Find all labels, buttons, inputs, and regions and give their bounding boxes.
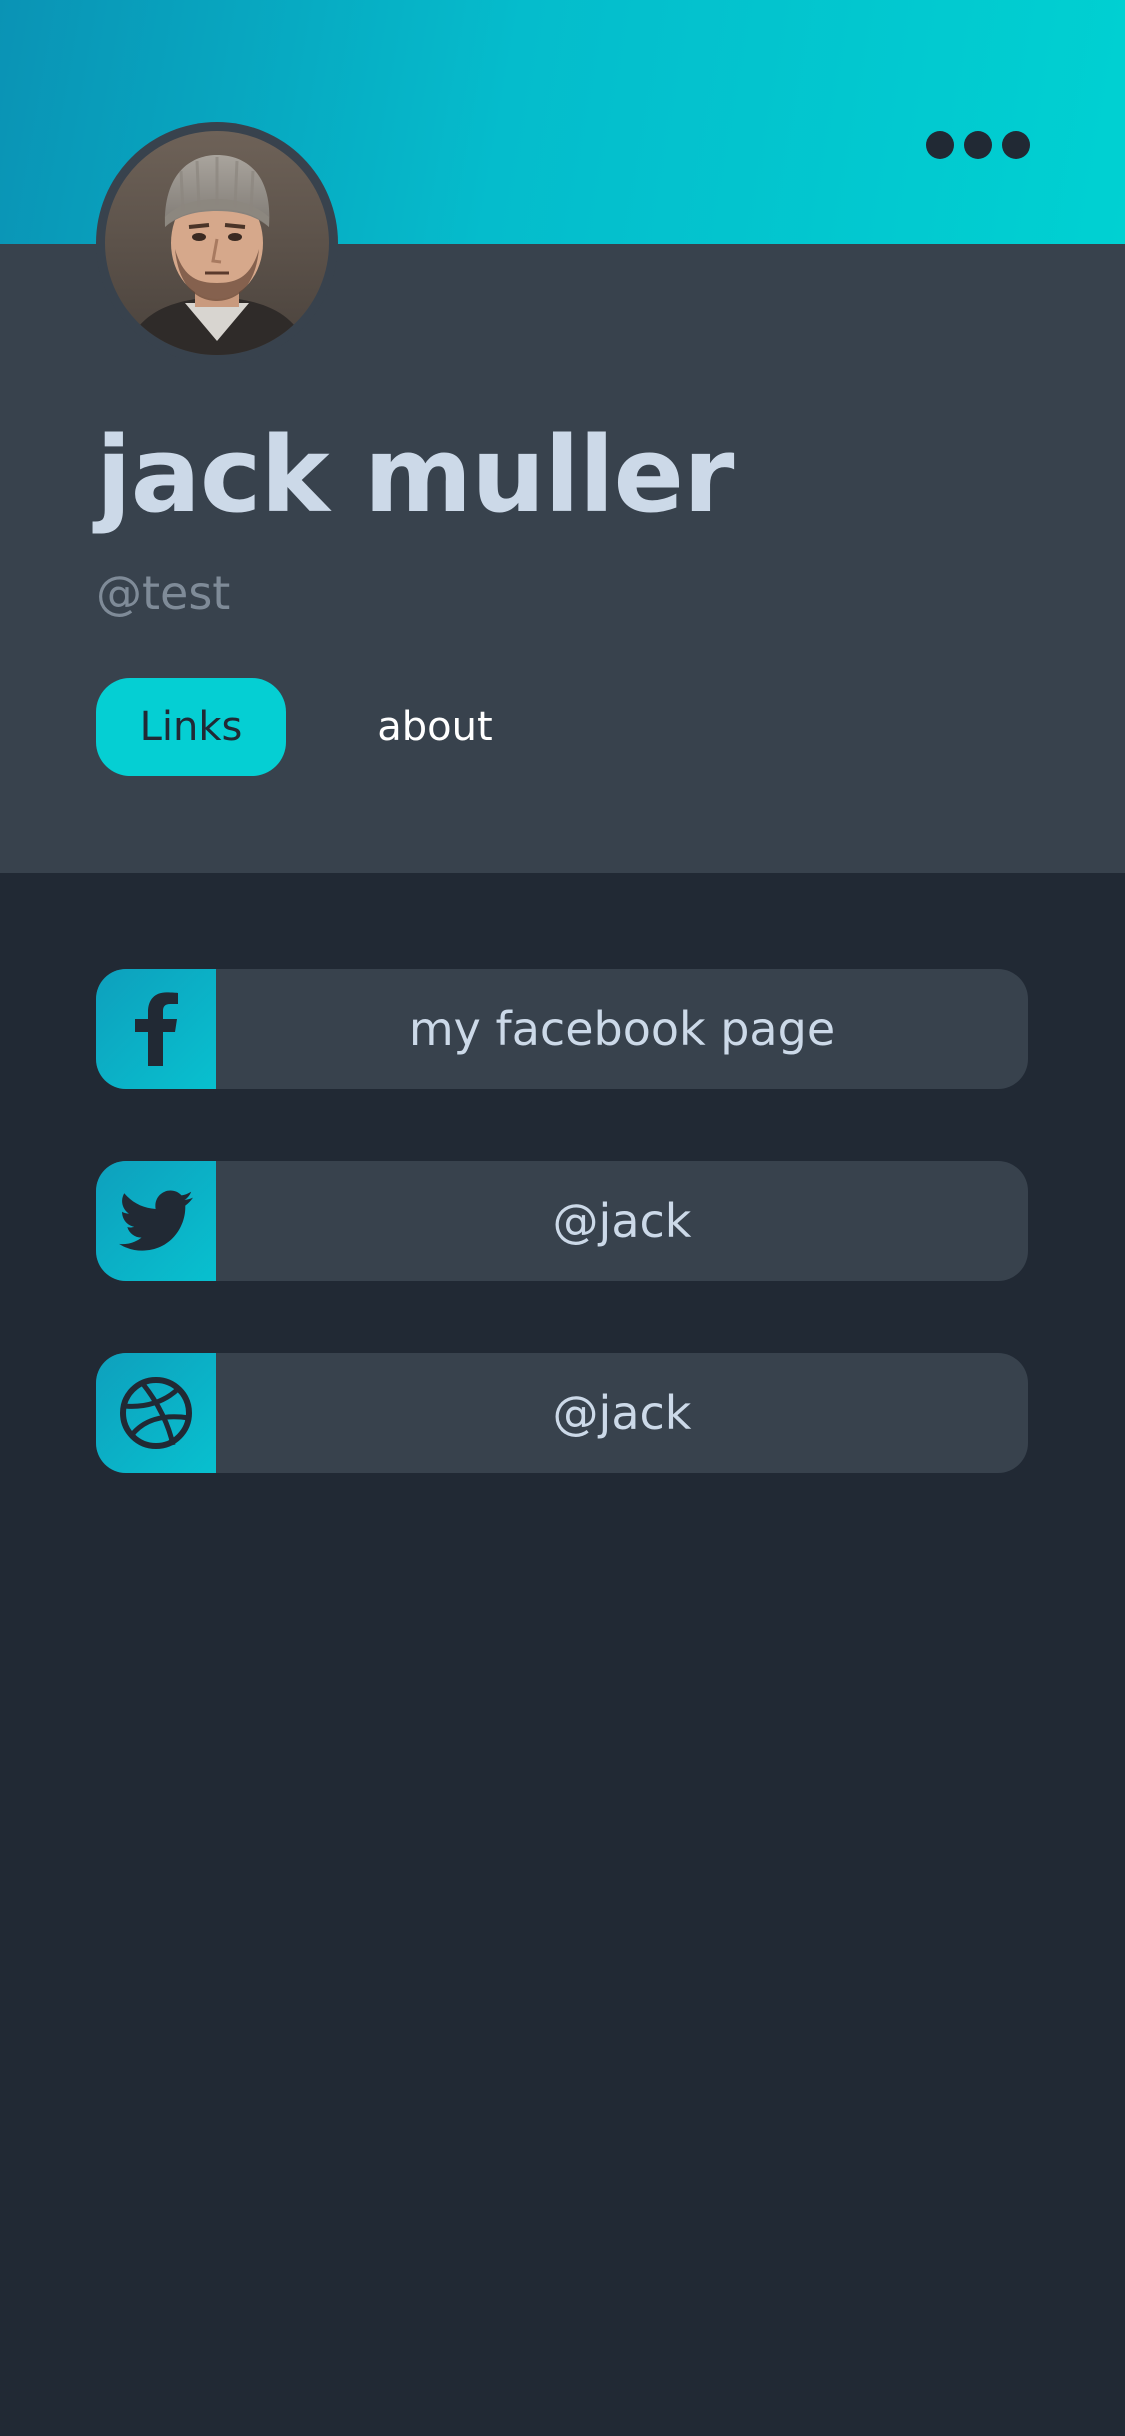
more-dot-icon [964,131,992,159]
more-options-button[interactable] [926,120,1030,170]
tab-links[interactable]: Links [96,678,286,776]
link-card-dribbble[interactable]: @jack [96,1353,1028,1473]
twitter-icon [119,1190,193,1251]
dribbble-icon [120,1377,192,1449]
link-label: my facebook page [408,1002,836,1056]
link-icon-box [96,1161,216,1281]
tab-about[interactable]: about [352,678,518,776]
avatar-photo-icon [105,131,329,355]
link-label: @jack [552,1194,692,1248]
profile-name: jack muller [96,414,734,536]
profile-handle: @test [96,566,231,620]
link-card-twitter[interactable]: @jack [96,1161,1028,1281]
link-card-facebook[interactable]: my facebook page [96,969,1028,1089]
more-dot-icon [1002,131,1030,159]
facebook-icon [135,992,178,1066]
link-icon-box [96,1353,216,1473]
link-label: @jack [552,1386,692,1440]
avatar [96,122,338,364]
link-icon-box [96,969,216,1089]
avatar-photo [105,131,329,355]
more-dot-icon [926,131,954,159]
